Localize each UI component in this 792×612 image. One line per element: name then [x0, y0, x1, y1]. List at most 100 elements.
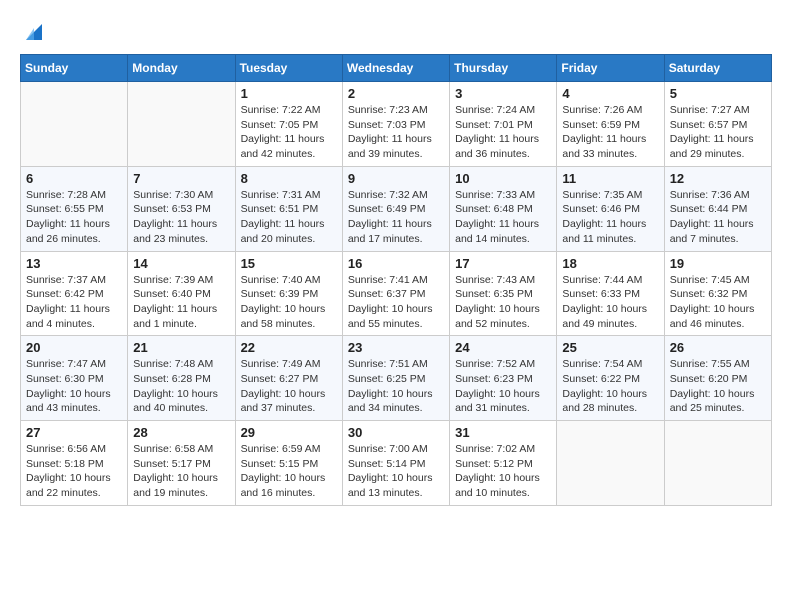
day-number: 30: [348, 425, 444, 440]
week-row-4: 20 Sunrise: 7:47 AMSunset: 6:30 PMDayligh…: [21, 336, 772, 421]
day-number: 28: [133, 425, 229, 440]
calendar-cell: 28 Sunrise: 6:58 AMSunset: 5:17 PMDayligh…: [128, 421, 235, 506]
day-number: 26: [670, 340, 766, 355]
day-header-friday: Friday: [557, 55, 664, 82]
day-number: 6: [26, 171, 122, 186]
day-number: 10: [455, 171, 551, 186]
calendar-cell: [664, 421, 771, 506]
day-info: Sunrise: 7:30 AMSunset: 6:53 PMDaylight:…: [133, 188, 229, 247]
day-number: 17: [455, 256, 551, 271]
calendar-cell: 12Sunrise: 7:36 AMSunset: 6:44 PMDayligh…: [664, 166, 771, 251]
calendar-cell: 22 Sunrise: 7:49 AMSunset: 6:27 PMDayligh…: [235, 336, 342, 421]
calendar-cell: 31 Sunrise: 7:02 AMSunset: 5:12 PMDayligh…: [450, 421, 557, 506]
day-info: Sunrise: 7:26 AMSunset: 6:59 PMDaylight:…: [562, 103, 658, 162]
day-info: Sunrise: 7:44 AMSunset: 6:33 PMDaylight:…: [562, 273, 658, 332]
day-number: 5: [670, 86, 766, 101]
day-info: Sunrise: 7:02 AMSunset: 5:12 PMDaylight:…: [455, 442, 551, 501]
calendar-cell: [128, 82, 235, 167]
calendar-cell: [557, 421, 664, 506]
day-info: Sunrise: 6:59 AMSunset: 5:15 PMDaylight:…: [241, 442, 337, 501]
day-number: 19: [670, 256, 766, 271]
calendar-cell: 9 Sunrise: 7:32 AMSunset: 6:49 PMDaylight…: [342, 166, 449, 251]
day-info: Sunrise: 7:47 AMSunset: 6:30 PMDaylight:…: [26, 357, 122, 416]
day-number: 25: [562, 340, 658, 355]
calendar-cell: 26 Sunrise: 7:55 AMSunset: 6:20 PMDayligh…: [664, 336, 771, 421]
day-header-sunday: Sunday: [21, 55, 128, 82]
day-number: 4: [562, 86, 658, 101]
calendar-cell: 27 Sunrise: 6:56 AMSunset: 5:18 PMDayligh…: [21, 421, 128, 506]
calendar-cell: 17 Sunrise: 7:43 AMSunset: 6:35 PMDayligh…: [450, 251, 557, 336]
week-row-3: 13 Sunrise: 7:37 AMSunset: 6:42 PMDayligh…: [21, 251, 772, 336]
day-info: Sunrise: 7:40 AMSunset: 6:39 PMDaylight:…: [241, 273, 337, 332]
day-header-thursday: Thursday: [450, 55, 557, 82]
calendar-table: SundayMondayTuesdayWednesdayThursdayFrid…: [20, 54, 772, 506]
day-number: 9: [348, 171, 444, 186]
day-info: Sunrise: 7:23 AMSunset: 7:03 PMDaylight:…: [348, 103, 444, 162]
calendar-cell: 23Sunrise: 7:51 AMSunset: 6:25 PMDayligh…: [342, 336, 449, 421]
day-number: 14: [133, 256, 229, 271]
calendar-cell: 21 Sunrise: 7:48 AMSunset: 6:28 PMDayligh…: [128, 336, 235, 421]
day-info: Sunrise: 6:58 AMSunset: 5:17 PMDaylight:…: [133, 442, 229, 501]
day-info: Sunrise: 7:35 AMSunset: 6:46 PMDaylight:…: [562, 188, 658, 247]
calendar-cell: 20 Sunrise: 7:47 AMSunset: 6:30 PMDayligh…: [21, 336, 128, 421]
day-info: Sunrise: 7:43 AMSunset: 6:35 PMDaylight:…: [455, 273, 551, 332]
day-info: Sunrise: 7:24 AMSunset: 7:01 PMDaylight:…: [455, 103, 551, 162]
day-info: Sunrise: 7:27 AMSunset: 6:57 PMDaylight:…: [670, 103, 766, 162]
day-info: Sunrise: 7:54 AMSunset: 6:22 PMDaylight:…: [562, 357, 658, 416]
calendar-cell: 11 Sunrise: 7:35 AMSunset: 6:46 PMDayligh…: [557, 166, 664, 251]
day-number: 21: [133, 340, 229, 355]
day-info: Sunrise: 7:28 AMSunset: 6:55 PMDaylight:…: [26, 188, 122, 247]
day-number: 24: [455, 340, 551, 355]
day-info: Sunrise: 7:48 AMSunset: 6:28 PMDaylight:…: [133, 357, 229, 416]
calendar-cell: 6 Sunrise: 7:28 AMSunset: 6:55 PMDaylight…: [21, 166, 128, 251]
day-number: 2: [348, 86, 444, 101]
day-number: 7: [133, 171, 229, 186]
day-info: Sunrise: 7:33 AMSunset: 6:48 PMDaylight:…: [455, 188, 551, 247]
calendar-cell: [21, 82, 128, 167]
header-row: SundayMondayTuesdayWednesdayThursdayFrid…: [21, 55, 772, 82]
day-number: 13: [26, 256, 122, 271]
week-row-1: 1 Sunrise: 7:22 AMSunset: 7:05 PMDaylight…: [21, 82, 772, 167]
day-info: Sunrise: 7:00 AMSunset: 5:14 PMDaylight:…: [348, 442, 444, 501]
page-header: [20, 20, 772, 44]
calendar-cell: 13 Sunrise: 7:37 AMSunset: 6:42 PMDayligh…: [21, 251, 128, 336]
day-info: Sunrise: 7:41 AMSunset: 6:37 PMDaylight:…: [348, 273, 444, 332]
calendar-cell: 24 Sunrise: 7:52 AMSunset: 6:23 PMDayligh…: [450, 336, 557, 421]
day-info: Sunrise: 7:37 AMSunset: 6:42 PMDaylight:…: [26, 273, 122, 332]
day-header-tuesday: Tuesday: [235, 55, 342, 82]
day-info: Sunrise: 7:31 AMSunset: 6:51 PMDaylight:…: [241, 188, 337, 247]
day-number: 27: [26, 425, 122, 440]
day-number: 8: [241, 171, 337, 186]
day-number: 11: [562, 171, 658, 186]
calendar-cell: 4 Sunrise: 7:26 AMSunset: 6:59 PMDaylight…: [557, 82, 664, 167]
calendar-cell: 19 Sunrise: 7:45 AMSunset: 6:32 PMDayligh…: [664, 251, 771, 336]
calendar-cell: 29 Sunrise: 6:59 AMSunset: 5:15 PMDayligh…: [235, 421, 342, 506]
calendar-cell: 16Sunrise: 7:41 AMSunset: 6:37 PMDayligh…: [342, 251, 449, 336]
day-number: 3: [455, 86, 551, 101]
day-info: Sunrise: 6:56 AMSunset: 5:18 PMDaylight:…: [26, 442, 122, 501]
day-number: 20: [26, 340, 122, 355]
calendar-cell: 14Sunrise: 7:39 AMSunset: 6:40 PMDayligh…: [128, 251, 235, 336]
calendar-cell: 8 Sunrise: 7:31 AMSunset: 6:51 PMDaylight…: [235, 166, 342, 251]
calendar-cell: 10 Sunrise: 7:33 AMSunset: 6:48 PMDayligh…: [450, 166, 557, 251]
day-header-wednesday: Wednesday: [342, 55, 449, 82]
day-header-saturday: Saturday: [664, 55, 771, 82]
day-info: Sunrise: 7:55 AMSunset: 6:20 PMDaylight:…: [670, 357, 766, 416]
calendar-cell: 2 Sunrise: 7:23 AMSunset: 7:03 PMDaylight…: [342, 82, 449, 167]
day-info: Sunrise: 7:32 AMSunset: 6:49 PMDaylight:…: [348, 188, 444, 247]
day-info: Sunrise: 7:49 AMSunset: 6:27 PMDaylight:…: [241, 357, 337, 416]
day-info: Sunrise: 7:45 AMSunset: 6:32 PMDaylight:…: [670, 273, 766, 332]
day-info: Sunrise: 7:52 AMSunset: 6:23 PMDaylight:…: [455, 357, 551, 416]
calendar-cell: 18Sunrise: 7:44 AMSunset: 6:33 PMDayligh…: [557, 251, 664, 336]
day-header-monday: Monday: [128, 55, 235, 82]
day-number: 15: [241, 256, 337, 271]
day-info: Sunrise: 7:36 AMSunset: 6:44 PMDaylight:…: [670, 188, 766, 247]
calendar-cell: 7 Sunrise: 7:30 AMSunset: 6:53 PMDaylight…: [128, 166, 235, 251]
day-number: 22: [241, 340, 337, 355]
day-number: 31: [455, 425, 551, 440]
calendar-cell: 30 Sunrise: 7:00 AMSunset: 5:14 PMDayligh…: [342, 421, 449, 506]
day-info: Sunrise: 7:22 AMSunset: 7:05 PMDaylight:…: [241, 103, 337, 162]
calendar-cell: 5 Sunrise: 7:27 AMSunset: 6:57 PMDaylight…: [664, 82, 771, 167]
day-number: 29: [241, 425, 337, 440]
day-number: 1: [241, 86, 337, 101]
